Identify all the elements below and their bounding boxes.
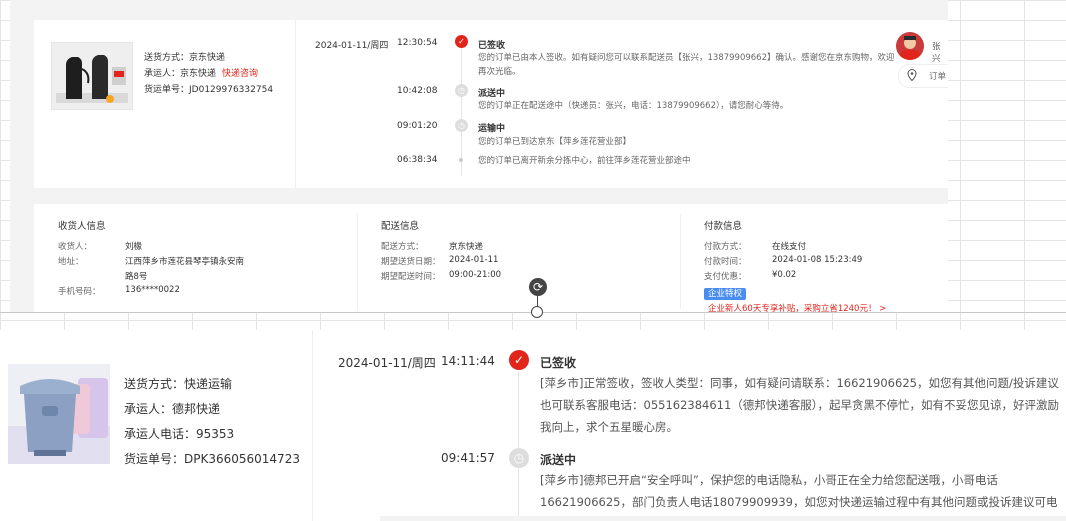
delivery-icon: ◷ <box>455 84 468 97</box>
timeline-desc: 您的订单已由本人签收。如有疑问您可以联系配送员【张兴，13879909662】确… <box>478 53 895 77</box>
timeline-time: 09:01:20 <box>397 121 438 131</box>
timeline-status: 已签收 <box>478 41 506 51</box>
payment-title: 付款信息 <box>704 221 743 232</box>
payment-discount-label: 支付优惠： <box>704 272 747 282</box>
carrier-label: 承运人： <box>144 69 181 79</box>
delivery-truck-icon: ◷ <box>509 448 529 468</box>
deppon-order-screenshot: 送货方式：快递运输 承运人：德邦快递 承运人电话：95353 货运单号：DPK3… <box>0 330 1066 521</box>
payment-method: 在线支付 <box>772 242 807 252</box>
check-icon: ✓ <box>455 35 468 48</box>
order-info: 送货方式：快递运输 承运人：德邦快递 承运人电话：95353 货运单号：DPK3… <box>124 372 300 472</box>
enterprise-badge[interactable]: 企业特权 <box>704 288 747 300</box>
delivery-info: 配送信息 配送方式： 京东快递 期望送货日期： 2024-01-11 期望配送时间：… <box>381 218 641 285</box>
vertical-divider <box>312 330 313 521</box>
consignee-name-label: 收货人： <box>58 242 93 252</box>
check-icon: ✓ <box>509 350 529 370</box>
column-divider <box>680 214 681 309</box>
bottom-strip <box>380 516 1066 521</box>
tracking-label: 货运单号： <box>144 85 190 95</box>
resize-handle[interactable] <box>531 306 543 318</box>
order-detail-card: 收货人信息 收货人： 刘椽 地址： 江西萍乡市莲花县琴亭镇永安南 路8号 手机号码：… <box>34 204 948 313</box>
consignee-info: 收货人信息 收货人： 刘椽 地址： 江西萍乡市莲花县琴亭镇永安南 路8号 手机号码：… <box>58 218 308 300</box>
timeline-desc: [萍乡市]正常签收，签收人类型：同事，如有疑问请联系：16621906625，如… <box>540 376 1060 434</box>
address-line2: 路8号 <box>125 272 148 282</box>
timeline-status: 已签收 <box>540 356 577 370</box>
product-image-thermos[interactable] <box>51 42 133 110</box>
courier-float-panel: 张兴 订单 <box>896 28 948 92</box>
phone-label: 手机号码： <box>58 287 101 297</box>
phone-number: 136****0022 <box>125 285 180 295</box>
expected-date: 2024-01-11 <box>449 255 499 265</box>
timeline-status: 运输中 <box>478 124 506 134</box>
tracking-number: 货运单号：DPK366056014723 <box>124 452 300 466</box>
timeline-date: 2024-01-11/周四 <box>315 41 389 51</box>
payment-method-label: 付款方式： <box>704 242 747 252</box>
delivery-method-label: 配送方式： <box>381 242 424 252</box>
timeline-line <box>518 372 519 521</box>
delivery-method-label: 送货方式： <box>144 53 190 63</box>
vertical-divider <box>295 20 296 188</box>
payment-discount: ¥0.02 <box>772 270 797 280</box>
courier-avatar[interactable] <box>896 32 924 60</box>
jd-order-screenshot: 送货方式：京东快递 承运人：京东快递 快递咨询 货运单号：JD0129976332… <box>10 0 948 313</box>
courier-inquiry-link[interactable]: 快递咨询 <box>222 69 258 79</box>
timeline-time: 14:11:44 <box>441 354 495 368</box>
timeline-desc: 您的订单已到达京东【萍乡莲花营业部】 <box>478 137 632 147</box>
payment-time-label: 付款时间： <box>704 257 747 267</box>
courier-name: 张兴 <box>932 42 941 64</box>
locate-label: 订单 <box>929 72 947 82</box>
order-info: 送货方式：京东快递 承运人：京东快递 快递咨询 货运单号：JD0129976332… <box>144 50 273 98</box>
delivery-method: 京东快递 <box>449 242 484 252</box>
delivery-method: 送货方式：快递运输 <box>124 377 233 391</box>
carrier-phone: 承运人电话：95353 <box>124 427 235 441</box>
expected-time: 09:00-21:00 <box>449 270 502 280</box>
delivery-title: 配送信息 <box>381 221 420 232</box>
address-line1: 江西萍乡市莲花县琴亭镇永安南 <box>125 257 245 267</box>
carrier: 京东快递 <box>180 69 217 79</box>
transit-icon: ◷ <box>455 119 468 132</box>
consignee-name: 刘椽 <box>125 242 143 252</box>
timeline-time: 10:42:08 <box>397 86 438 96</box>
delivery-method: 京东快递 <box>189 53 226 63</box>
timeline-line <box>461 48 462 176</box>
carrier: 承运人：德邦快递 <box>124 402 221 416</box>
consignee-title: 收货人信息 <box>58 221 106 232</box>
timeline-desc: 您的订单已离开新余分拣中心，前往萍乡莲花营业部途中 <box>478 156 691 166</box>
timeline-status: 派送中 <box>478 89 506 99</box>
product-image-trash-bin[interactable] <box>8 364 110 464</box>
timeline-status: 派送中 <box>540 453 577 467</box>
timeline-time: 06:38:34 <box>397 155 438 165</box>
payment-info: 付款信息 付款方式： 在线支付 付款时间： 2024-01-08 15:23:49 … <box>704 218 944 285</box>
timeline-date: 2024-01-11/周四 <box>338 356 436 370</box>
timeline-dot-icon <box>459 158 463 162</box>
location-pin-icon <box>907 69 917 81</box>
timeline-desc: [萍乡市]德邦已开启“安全呼叫”，保护您的电话隐私，小哥正在全力给您配送哦，小哥… <box>540 473 1058 509</box>
expected-date-label: 期望送货日期： <box>381 257 441 267</box>
tracking-number: JD0129976332754 <box>189 85 274 95</box>
expected-time-label: 期望配送时间： <box>381 272 441 282</box>
timeline-desc: 您的订单正在配送途中（快递员：张兴，电话：13879909662），请您耐心等待… <box>478 101 789 111</box>
rotate-icon[interactable]: ⟳ <box>529 278 547 296</box>
address-label: 地址： <box>58 257 84 267</box>
logistics-card: 送货方式：京东快递 承运人：京东快递 快递咨询 货运单号：JD0129976332… <box>34 20 948 188</box>
timeline-time: 09:41:57 <box>441 451 495 465</box>
timeline-time: 12:30:54 <box>397 38 438 48</box>
payment-time: 2024-01-08 15:23:49 <box>772 255 863 265</box>
locate-order-button[interactable]: 订单 <box>898 64 948 88</box>
column-divider <box>357 214 358 309</box>
